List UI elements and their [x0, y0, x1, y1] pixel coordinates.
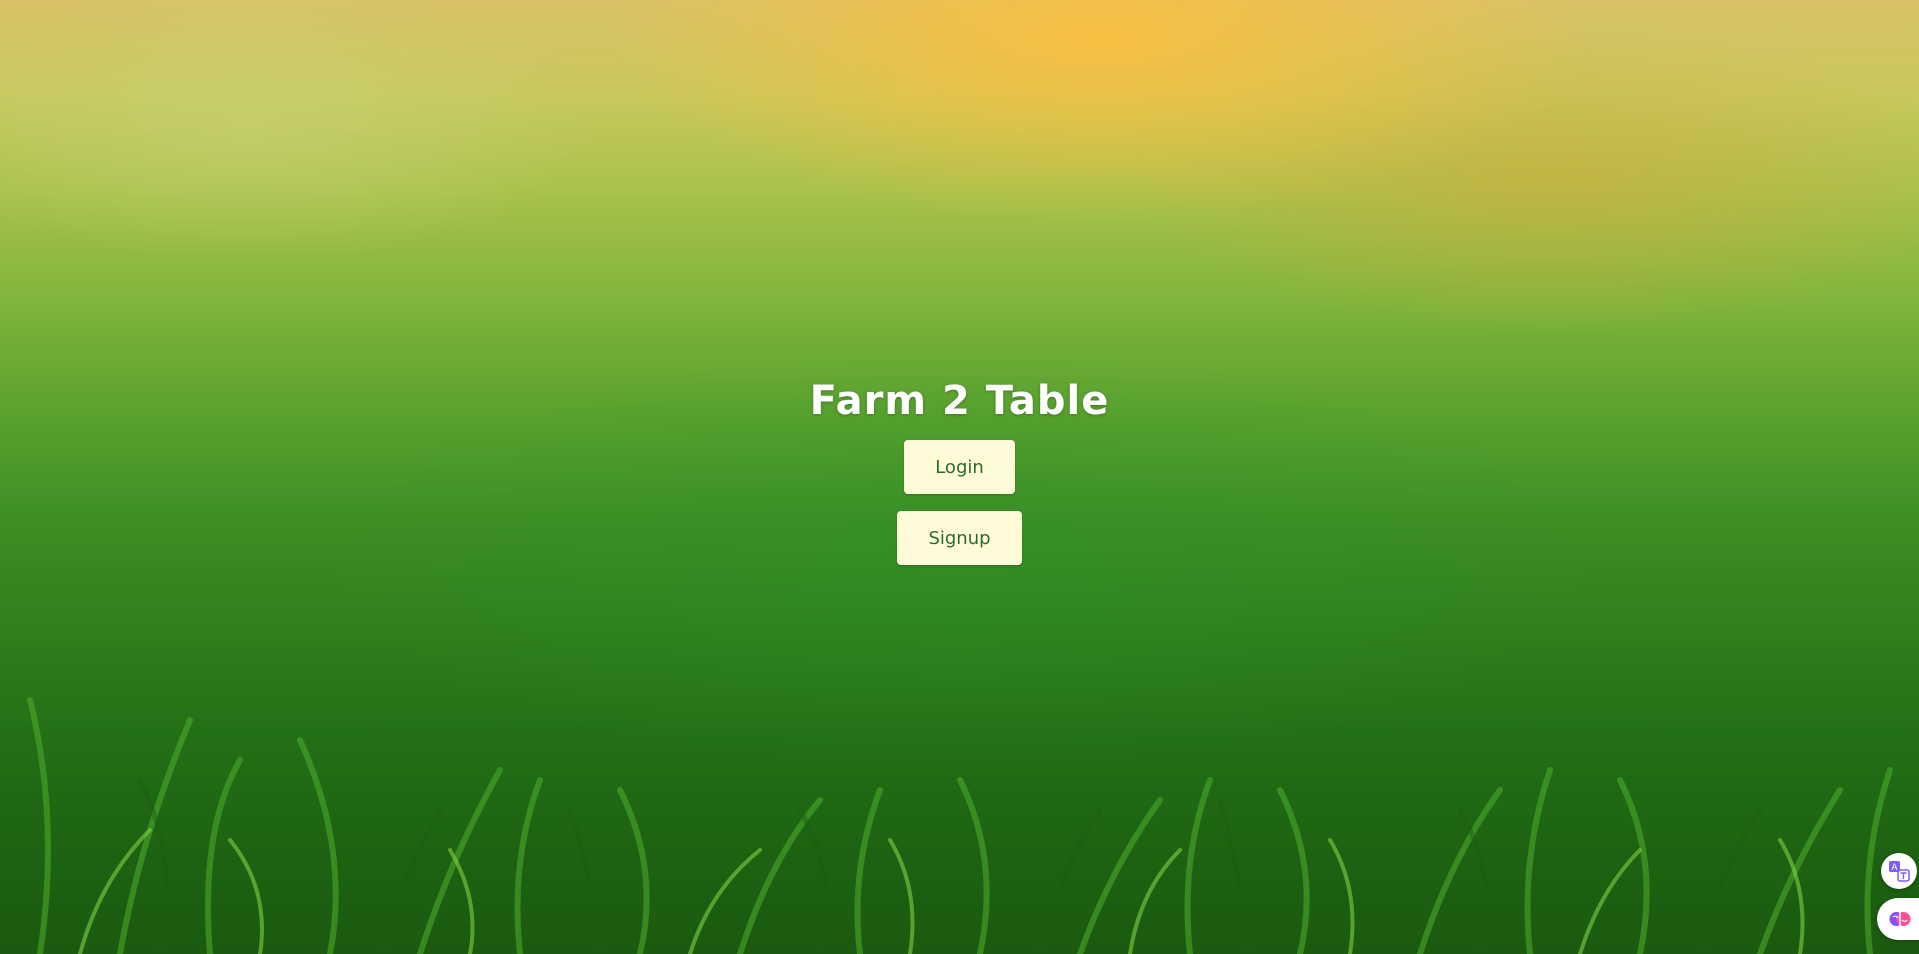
translate-icon: A	[1889, 861, 1910, 882]
login-button[interactable]: Login	[904, 440, 1015, 494]
translate-widget-button[interactable]: A	[1881, 853, 1917, 889]
ai-assistant-widget-button[interactable]	[1877, 898, 1919, 940]
page-title: Farm 2 Table	[809, 378, 1110, 424]
landing-page: Farm 2 Table Login Signup A	[0, 0, 1919, 954]
signup-button[interactable]: Signup	[897, 511, 1022, 565]
hero-content: Farm 2 Table Login Signup	[0, 373, 1919, 565]
brain-icon	[1889, 912, 1911, 926]
